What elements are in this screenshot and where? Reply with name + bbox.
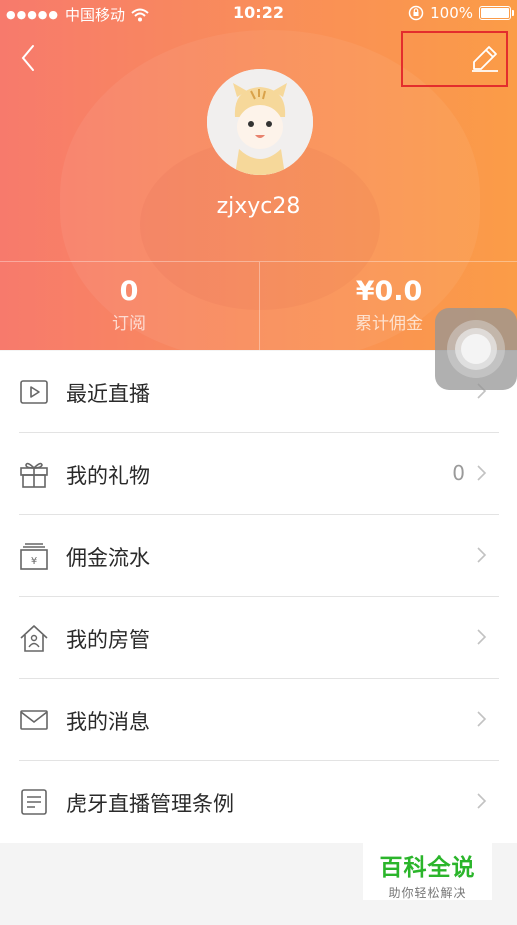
status-bar: ●●●●● 中国移动 10:22 100% <box>0 0 517 28</box>
watermark-title: 百科全说 <box>379 855 476 881</box>
menu-item-my-messages[interactable]: 我的消息 <box>0 679 517 761</box>
chevron-left-icon <box>21 45 34 71</box>
assistive-touch-button[interactable] <box>435 308 517 390</box>
menu-item-count: 0 <box>452 461 465 485</box>
svg-text:¥: ¥ <box>31 556 37 567</box>
menu-item-label: 虎牙直播管理条例 <box>66 792 234 816</box>
house-person-icon <box>20 625 48 652</box>
stat-value: ¥0.0 <box>355 276 423 307</box>
menu-item-label: 最近直播 <box>66 382 150 406</box>
chevron-right-icon <box>477 629 487 645</box>
gift-icon <box>20 462 48 488</box>
battery-percent: 100% <box>430 4 473 22</box>
pencil-icon <box>472 46 498 72</box>
menu-item-label: 我的礼物 <box>66 464 150 488</box>
mail-icon <box>20 710 48 730</box>
watermark-subtitle: 助你轻松解决 <box>388 886 467 900</box>
menu-item-label: 我的房管 <box>66 628 150 652</box>
assistive-touch-center <box>461 334 491 364</box>
yen-box-icon: ¥ <box>20 543 48 570</box>
back-button[interactable] <box>16 40 46 76</box>
stat-label: 订阅 <box>112 314 146 334</box>
menu-item-management-rules[interactable]: 虎牙直播管理条例 <box>0 761 517 843</box>
menu-item-room-admins[interactable]: 我的房管 <box>0 597 517 679</box>
chevron-right-icon <box>477 547 487 563</box>
menu-item-my-gifts[interactable]: 我的礼物 0 <box>0 433 517 515</box>
profile-header: ●●●●● 中国移动 10:22 100% zjxyc28 0 订阅 ¥0.0 … <box>0 0 517 350</box>
stat-subscriptions[interactable]: 0 订阅 <box>0 262 258 350</box>
profile-menu: 最近直播 我的礼物 0 ¥ 佣金流水 我的房管 我的消息 虎牙直播管理条例 <box>0 351 517 843</box>
username: zjxyc28 <box>216 194 301 219</box>
edit-profile-button[interactable] <box>401 31 508 87</box>
menu-item-label: 我的消息 <box>66 710 150 734</box>
battery-icon <box>479 6 514 20</box>
watermark-logo: 百科全说 助你轻松解决 <box>363 842 492 900</box>
chevron-right-icon <box>477 793 487 809</box>
play-icon <box>20 380 48 404</box>
chevron-right-icon <box>477 465 487 481</box>
menu-item-commission-flow[interactable]: ¥ 佣金流水 <box>0 515 517 597</box>
chevron-right-icon <box>477 711 487 727</box>
avatar[interactable] <box>207 69 313 175</box>
orientation-lock-icon <box>408 5 424 21</box>
status-bar-right: 100% <box>408 4 514 22</box>
document-icon <box>21 789 47 815</box>
menu-item-label: 佣金流水 <box>66 546 150 570</box>
stat-value: 0 <box>119 276 139 307</box>
cartoon-tiger-avatar-icon <box>207 69 313 175</box>
